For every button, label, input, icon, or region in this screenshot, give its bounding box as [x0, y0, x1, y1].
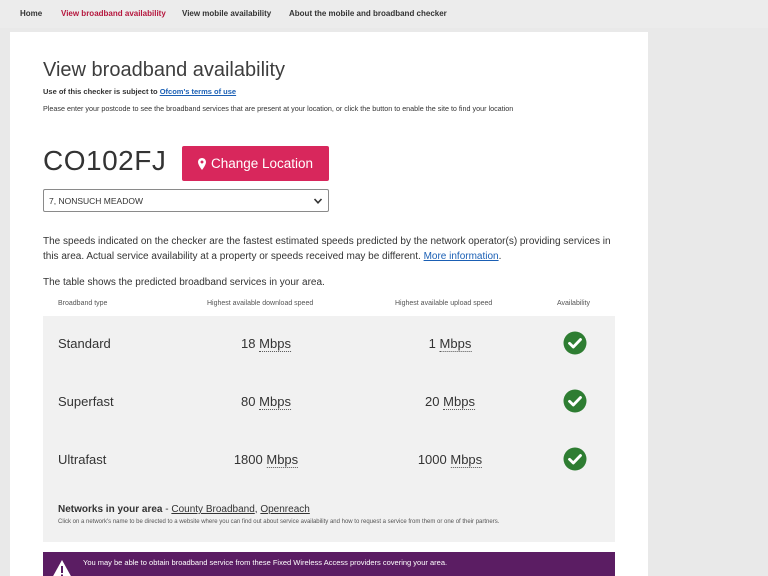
speeds-disclaimer-text: The speeds indicated on the checker are … — [43, 236, 611, 262]
download-speed: 1800 Mbps — [233, 452, 299, 468]
network-link-county-broadband[interactable]: County Broadband — [171, 504, 254, 515]
terms-link[interactable]: Ofcom's terms of use — [160, 87, 236, 96]
networks-note: Click on a network's name to be directed… — [58, 519, 500, 525]
table-row: Standard 18 Mbps 1 Mbps — [43, 316, 615, 374]
upload-value: 1000 — [417, 452, 447, 467]
postcode-display: CO102FJ — [43, 145, 167, 176]
fwa-text: You may be able to obtain broadband serv… — [83, 558, 448, 567]
terms-prefix: Use of this checker is subject to — [43, 87, 160, 96]
change-location-label: Change Location — [210, 156, 314, 171]
download-unit: Mbps — [259, 336, 291, 352]
intro-text: Please enter your postcode to see the br… — [43, 104, 514, 113]
main-card: View broadband availability Use of this … — [10, 32, 648, 576]
speeds-disclaimer: The speeds indicated on the checker are … — [43, 236, 611, 262]
table-row: Ultrafast 1800 Mbps 1000 Mbps — [43, 432, 615, 490]
table-row: Superfast 80 Mbps 20 Mbps — [43, 374, 615, 432]
upload-value: 1 — [428, 336, 436, 351]
nav-mobile-availability[interactable]: View mobile availability — [182, 9, 271, 18]
broadband-type: Superfast — [58, 394, 114, 409]
upload-speed: 1000 Mbps — [417, 452, 483, 468]
download-speed: 18 Mbps — [241, 336, 291, 352]
network-link-openreach[interactable]: Openreach — [260, 504, 309, 515]
download-speed: 80 Mbps — [241, 394, 291, 410]
upload-value: 20 — [425, 394, 440, 409]
page-title: View broadband availability — [43, 59, 286, 81]
top-nav: Home View broadband availability View mo… — [0, 0, 768, 28]
nav-about-checker[interactable]: About the mobile and broadband checker — [289, 9, 447, 18]
upload-unit: Mbps — [450, 452, 483, 468]
broadband-table: Standard 18 Mbps 1 Mbps Superfast 80 Mbp… — [43, 316, 615, 542]
download-unit: Mbps — [266, 452, 299, 468]
check-circle-icon — [563, 447, 587, 471]
broadband-type: Ultrafast — [58, 452, 107, 467]
more-information-link[interactable]: More information — [424, 251, 499, 262]
download-unit: Mbps — [259, 394, 291, 410]
networks-in-area: Networks in your area - County Broadband… — [58, 504, 310, 515]
broadband-type: Standard — [58, 336, 111, 351]
terms-line: Use of this checker is subject to Ofcom'… — [43, 87, 236, 96]
fwa-banner: You may be able to obtain broadband serv… — [43, 552, 615, 576]
col-header-upload: Highest available upload speed — [395, 300, 493, 307]
check-circle-icon — [563, 331, 587, 355]
download-value: 1800 — [233, 452, 263, 467]
nav-home[interactable]: Home — [20, 9, 42, 18]
upload-unit: Mbps — [443, 394, 475, 410]
download-value: 18 — [241, 336, 256, 351]
address-selected-value: 7, NONSUCH MEADOW — [49, 195, 143, 206]
chevron-down-icon — [313, 198, 323, 204]
check-circle-icon — [563, 389, 587, 413]
upload-speed: 20 Mbps — [425, 394, 475, 410]
col-header-availability: Availability — [557, 300, 590, 307]
warning-triangle-icon — [53, 560, 71, 576]
networks-label: Networks in your area — [58, 504, 163, 515]
address-select[interactable]: 7, NONSUCH MEADOW — [43, 189, 329, 212]
upload-unit: Mbps — [439, 336, 472, 352]
col-header-type: Broadband type — [58, 300, 108, 307]
upload-speed: 1 Mbps — [428, 336, 472, 352]
change-location-button[interactable]: Change Location — [182, 146, 329, 181]
col-header-download: Highest available download speed — [207, 300, 314, 307]
table-intro: The table shows the predicted broadband … — [43, 277, 325, 288]
map-marker-icon — [197, 157, 206, 170]
nav-broadband-availability[interactable]: View broadband availability — [61, 9, 166, 18]
download-value: 80 — [241, 394, 256, 409]
